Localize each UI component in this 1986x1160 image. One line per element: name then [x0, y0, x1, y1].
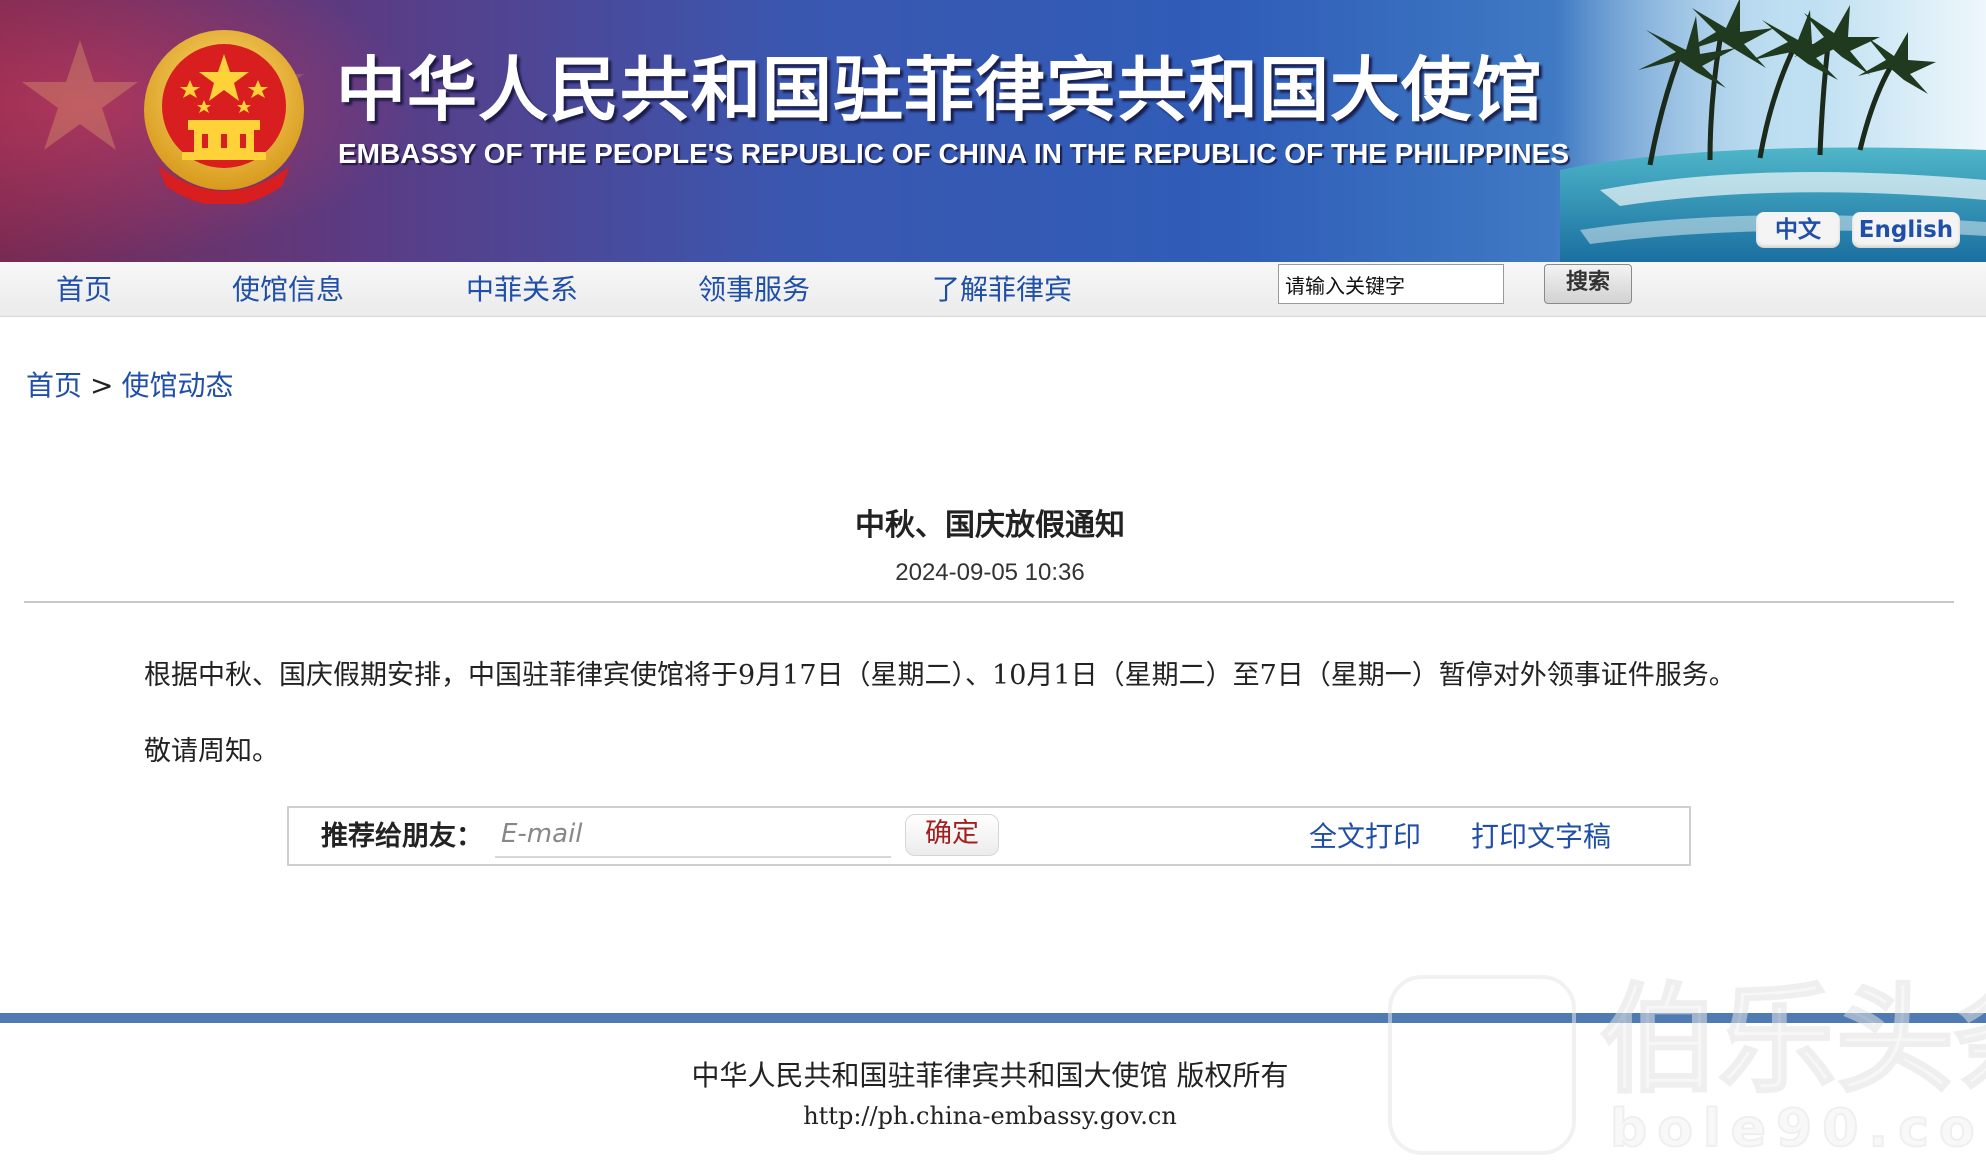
breadcrumb-home-link[interactable]: 首页	[26, 369, 82, 402]
article-title: 中秋、国庆放假通知	[855, 508, 1125, 543]
nav-item-about-philippines[interactable]: 了解菲律宾	[932, 262, 1072, 316]
search-button[interactable]: 搜索	[1544, 264, 1632, 304]
nav-item-china-philippines-relations[interactable]: 中菲关系	[466, 262, 578, 316]
title-divider	[24, 601, 1954, 603]
article-date: 2024-09-05 10:36	[895, 559, 1085, 586]
language-chinese-button[interactable]: 中文	[1756, 212, 1840, 248]
search-input[interactable]	[1278, 264, 1504, 304]
site-banner: 中华人民共和国驻菲律宾共和国大使馆 EMBASSY OF THE PEOPLE'…	[0, 0, 1986, 262]
nav-item-embassy-info[interactable]: 使馆信息	[232, 262, 344, 316]
print-text-only-link[interactable]: 打印文字稿	[1471, 816, 1611, 858]
recommend-to-friend-bar: 推荐给朋友： 确定 全文打印 打印文字稿	[287, 806, 1691, 866]
language-english-button[interactable]: English	[1852, 212, 1960, 248]
print-full-text-link[interactable]: 全文打印	[1309, 816, 1421, 858]
nav-item-home[interactable]: 首页	[56, 262, 112, 316]
article-paragraph: 敬请周知。	[144, 736, 279, 767]
breadcrumb: 首页 > 使馆动态	[26, 366, 234, 406]
breadcrumb-separator: >	[90, 369, 114, 402]
page: 中华人民共和国驻菲律宾共和国大使馆 EMBASSY OF THE PEOPLE'…	[0, 0, 1986, 1160]
footer-divider-bar	[0, 1013, 1986, 1023]
footer-copyright: 中华人民共和国驻菲律宾共和国大使馆 版权所有	[691, 1059, 1289, 1092]
main-nav: 首页 使馆信息 中菲关系 领事服务 了解菲律宾	[0, 262, 1986, 317]
email-field[interactable]	[495, 812, 891, 858]
breadcrumb-embassy-news-link[interactable]: 使馆动态	[121, 369, 233, 402]
nav-item-consular-services[interactable]: 领事服务	[698, 262, 810, 316]
footer-url: http://ph.china-embassy.gov.cn	[803, 1102, 1177, 1130]
recommend-label: 推荐给朋友：	[321, 821, 483, 852]
national-emblem-icon	[144, 30, 304, 204]
site-title-english: EMBASSY OF THE PEOPLE'S REPUBLIC OF CHIN…	[338, 138, 1570, 169]
confirm-button[interactable]: 确定	[905, 814, 999, 856]
site-title-chinese: 中华人民共和国驻菲律宾共和国大使馆	[336, 49, 1543, 131]
article-paragraph: 根据中秋、国庆假期安排，中国驻菲律宾使馆将于9月17日（星期二）、10月1日（星…	[144, 660, 1736, 691]
